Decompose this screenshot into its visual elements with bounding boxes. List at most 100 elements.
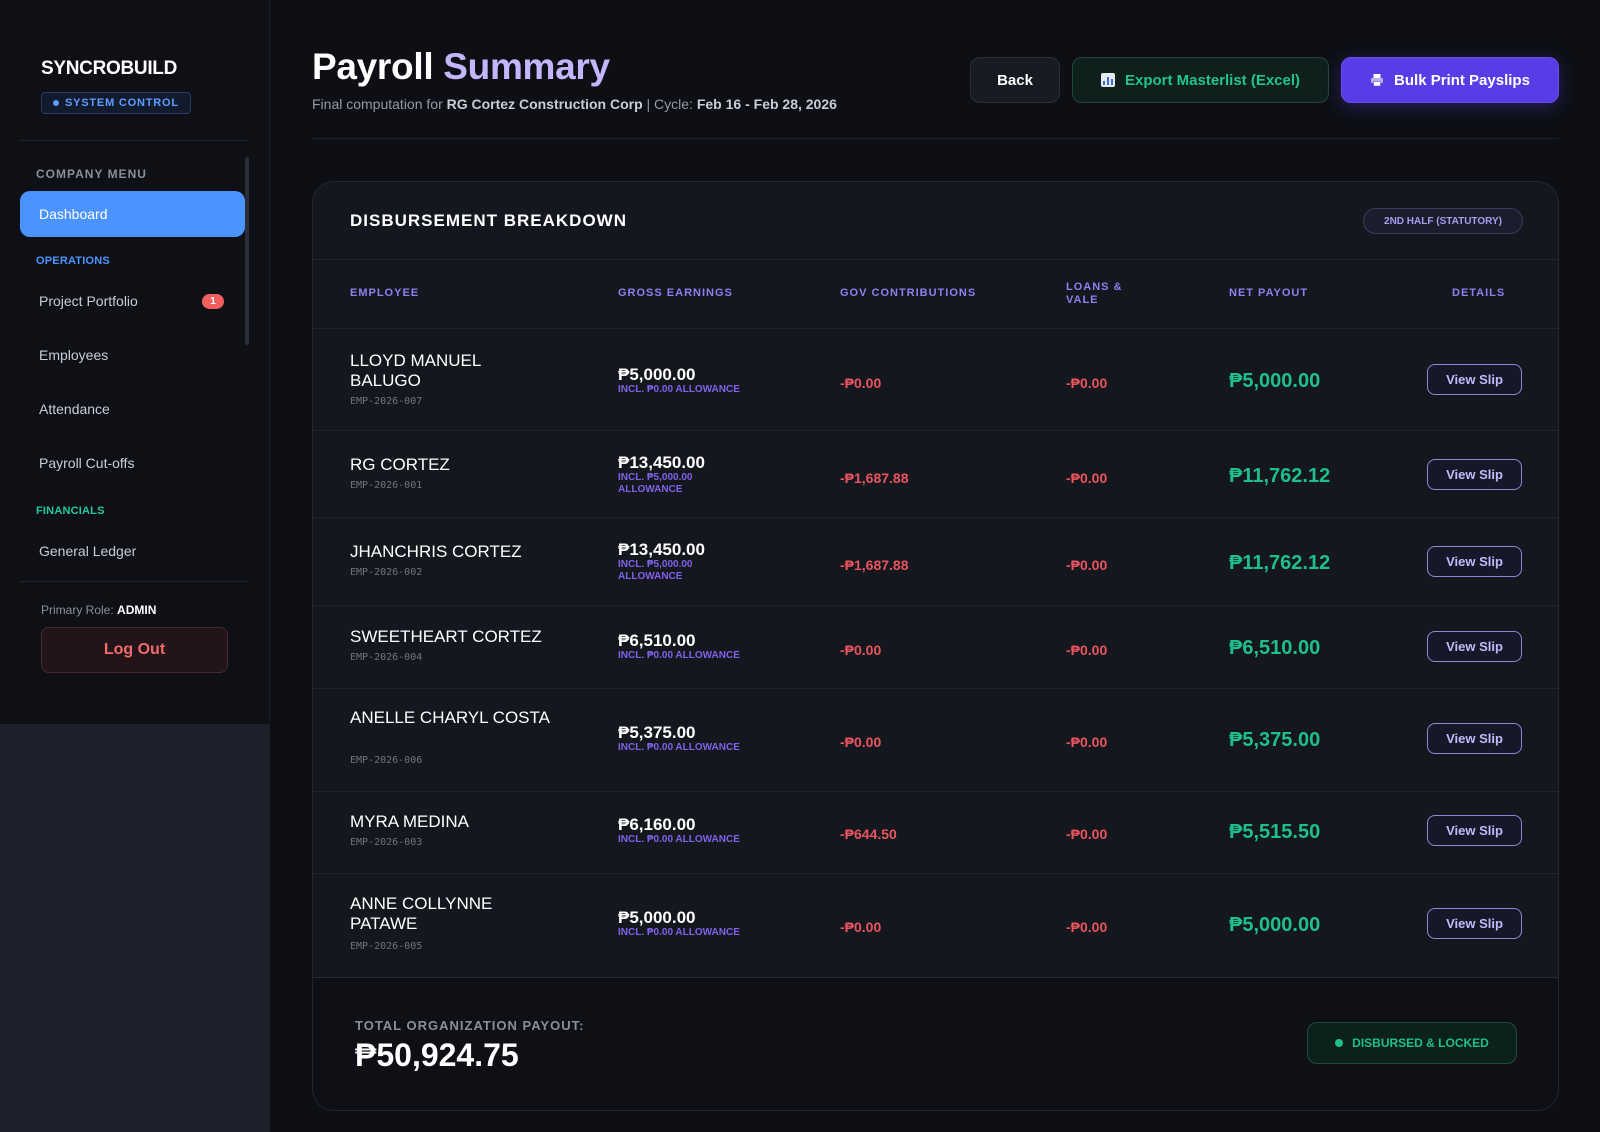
sidebar-item-label: Payroll Cut-offs (39, 455, 135, 471)
row-divider (313, 791, 1558, 792)
view-slip-button[interactable]: View Slip (1427, 459, 1522, 490)
sidebar-divider (20, 140, 249, 141)
sidebar-item-project-portfolio[interactable]: Project Portfolio 1 (20, 278, 245, 324)
employee-id: EMP-2026-006 (350, 755, 423, 766)
system-control-label: SYSTEM CONTROL (65, 97, 179, 109)
view-slip-button[interactable]: View Slip (1427, 631, 1522, 662)
sidebar: SYNCROBUILD SYSTEM CONTROL COMPANY MENU … (0, 0, 270, 724)
employee-id: EMP-2026-002 (350, 567, 423, 578)
sidebar-item-label: Project Portfolio (39, 293, 138, 309)
gross-earnings: ₱5,000.00 (618, 908, 696, 927)
cycle-range: Feb 16 - Feb 28, 2026 (696, 96, 837, 112)
sidebar-item-general-ledger[interactable]: General Ledger (20, 528, 245, 574)
column-header-gross: GROSS EARNINGS (618, 287, 733, 299)
view-slip-button[interactable]: View Slip (1427, 723, 1522, 754)
sidebar-item-label: General Ledger (39, 543, 137, 559)
allowance-note: INCL. ₱0.00 ALLOWANCE (618, 834, 740, 845)
employee-name: LLOYD MANUEL BALUGO (350, 351, 481, 390)
gross-earnings: ₱6,160.00 (618, 815, 696, 834)
sidebar-item-payroll-cutoffs[interactable]: Payroll Cut-offs (20, 440, 245, 486)
loans-vale: -₱0.00 (1066, 734, 1108, 750)
column-header-details: DETAILS (1452, 287, 1506, 299)
sidebar-item-label: Employees (39, 347, 109, 363)
net-payout: ₱5,000.00 (1229, 914, 1321, 936)
row-divider (313, 605, 1558, 606)
bulk-print-button[interactable]: Bulk Print Payslips (1341, 57, 1559, 103)
column-header-employee: EMPLOYEE (350, 287, 420, 299)
total-payout-value: ₱50,924.75 (355, 1037, 519, 1073)
sidebar-item-employees[interactable]: Employees (20, 332, 245, 378)
table-divider (313, 328, 1558, 329)
allowance-note: INCL. ₱0.00 ALLOWANCE (618, 650, 740, 661)
gov-contributions: -₱0.00 (840, 919, 882, 935)
card-title: DISBURSEMENT BREAKDOWN (350, 211, 627, 230)
half-cycle-badge: 2ND HALF (STATUTORY) (1363, 208, 1523, 234)
export-button-label: Export Masterlist (Excel) (1124, 71, 1301, 89)
allowance-note: INCL. ₱5,000.00 ALLOWANCE (618, 472, 693, 495)
gov-contributions: -₱1,687.88 (840, 557, 909, 573)
role-label: Primary Role: (41, 603, 114, 617)
sidebar-item-dashboard[interactable]: Dashboard (20, 191, 245, 237)
allowance-note: INCL. ₱0.00 ALLOWANCE (618, 742, 740, 753)
loans-vale: -₱0.00 (1066, 826, 1108, 842)
column-header-loans: LOANS & VALE (1066, 281, 1123, 306)
system-control-badge: SYSTEM CONTROL (41, 92, 191, 114)
net-payout: ₱5,515.50 (1229, 821, 1321, 843)
status-dot-icon (1335, 1039, 1344, 1047)
net-payout: ₱6,510.00 (1229, 637, 1321, 659)
gov-contributions: -₱0.00 (840, 734, 882, 750)
company-name: RG Cortez Construction Corp (446, 96, 643, 112)
allowance-note: INCL. ₱5,000.00 ALLOWANCE (618, 559, 693, 582)
back-button-label: Back (997, 71, 1033, 89)
loans-vale: -₱0.00 (1066, 557, 1108, 573)
disbursement-card: DISBURSEMENT BREAKDOWN 2ND HALF (STATUTO… (312, 181, 1559, 1111)
back-button[interactable]: Back (970, 57, 1060, 103)
net-payout: ₱5,000.00 (1229, 370, 1321, 392)
gov-contributions: -₱0.00 (840, 375, 882, 391)
sidebar-scrollbar[interactable] (245, 157, 249, 345)
sidebar-item-label: Attendance (39, 401, 110, 417)
gross-earnings: ₱5,000.00 (618, 365, 696, 384)
loans-vale: -₱0.00 (1066, 642, 1108, 658)
operations-heading: OPERATIONS (36, 255, 110, 267)
gov-contributions: -₱1,687.88 (840, 470, 909, 486)
gross-earnings: ₱5,375.00 (618, 723, 696, 742)
allowance-note: INCL. ₱0.00 ALLOWANCE (618, 927, 740, 938)
view-slip-button[interactable]: View Slip (1427, 546, 1522, 577)
employee-name: ANELLE CHARYL COSTA (350, 708, 550, 727)
bulk-print-label: Bulk Print Payslips (1394, 71, 1530, 89)
header-divider (312, 138, 1559, 139)
gross-earnings: ₱6,510.00 (618, 631, 696, 650)
logout-button[interactable]: Log Out (41, 627, 228, 673)
financials-heading: FINANCIALS (36, 505, 105, 517)
net-payout: ₱11,762.12 (1229, 552, 1331, 574)
view-slip-button[interactable]: View Slip (1427, 815, 1522, 846)
net-payout: ₱5,375.00 (1229, 729, 1321, 751)
gross-earnings: ₱13,450.00 (618, 453, 705, 472)
employee-name: ANNE COLLYNNE PATAWE (350, 894, 493, 933)
gov-contributions: -₱644.50 (840, 826, 897, 842)
sidebar-item-attendance[interactable]: Attendance (20, 386, 245, 432)
gross-earnings: ₱13,450.00 (618, 540, 705, 559)
employee-name: RG CORTEZ (350, 455, 450, 474)
primary-role: Primary Role: ADMIN (41, 603, 156, 617)
page-title-part2: Summary (443, 46, 610, 87)
subtitle-prefix: Final computation for (312, 96, 443, 112)
row-divider (313, 430, 1558, 431)
employee-name: JHANCHRIS CORTEZ (350, 542, 522, 561)
status-dot-icon (53, 100, 59, 106)
employee-id: EMP-2026-003 (350, 837, 423, 848)
page-title: Payroll Summary (312, 46, 610, 88)
employee-id: EMP-2026-007 (350, 396, 423, 407)
allowance-note: INCL. ₱0.00 ALLOWANCE (618, 384, 740, 395)
net-payout: ₱11,762.12 (1229, 465, 1331, 487)
row-divider (313, 688, 1558, 689)
status-badge: DISBURSED & LOCKED (1307, 1022, 1517, 1064)
view-slip-button[interactable]: View Slip (1427, 364, 1522, 395)
employee-name: MYRA MEDINA (350, 812, 470, 831)
employee-id: EMP-2026-004 (350, 652, 423, 663)
row-divider (313, 873, 1558, 874)
loans-vale: -₱0.00 (1066, 375, 1108, 391)
export-masterlist-button[interactable]: Export Masterlist (Excel) (1072, 57, 1329, 103)
view-slip-button[interactable]: View Slip (1427, 908, 1522, 939)
